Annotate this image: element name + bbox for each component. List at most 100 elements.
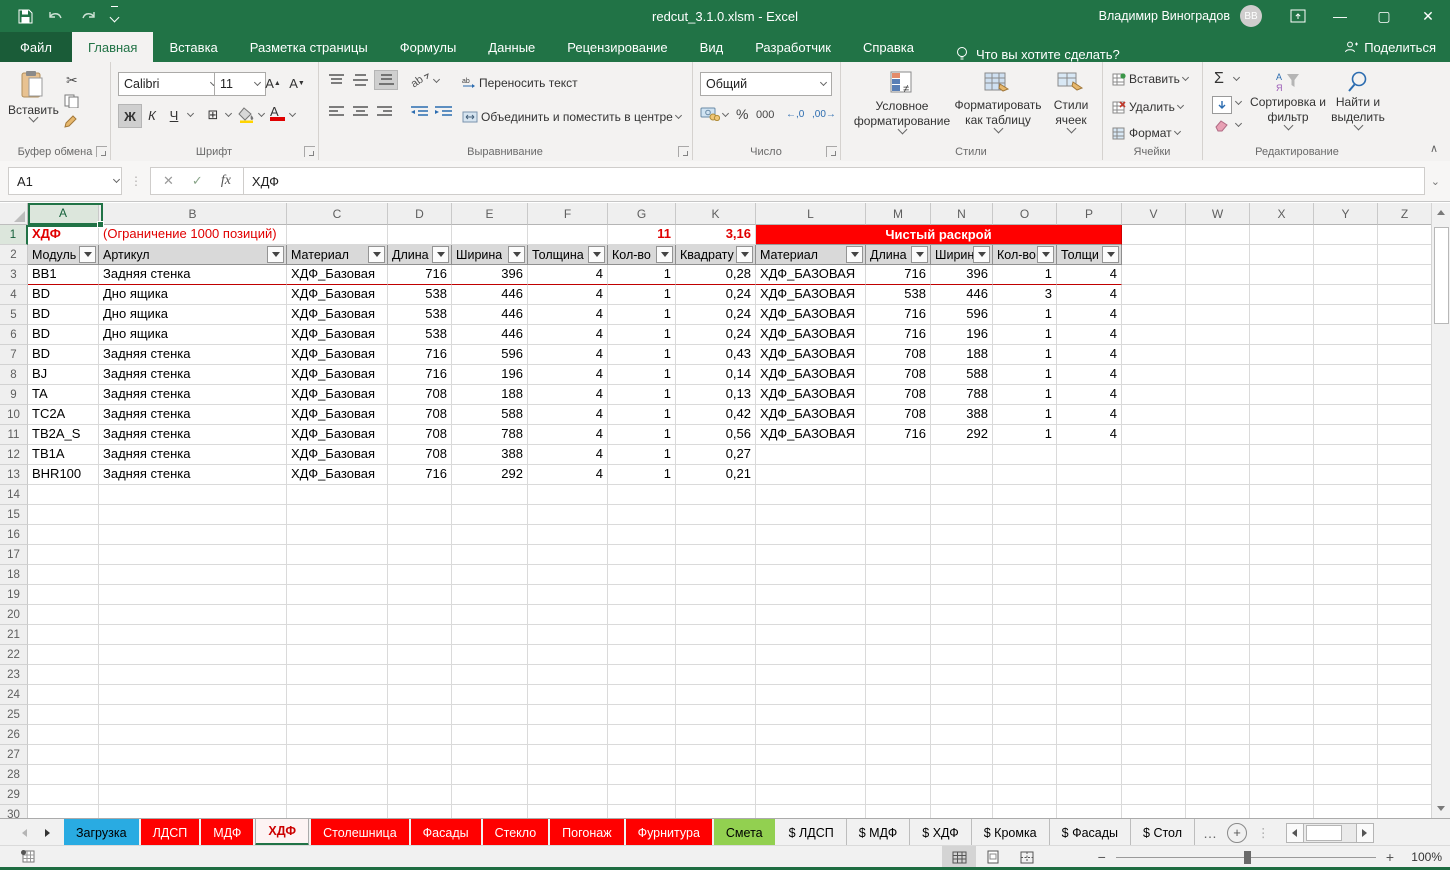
cell[interactable]: [1250, 785, 1314, 805]
filter-header-7[interactable]: Квадрату: [676, 245, 756, 265]
cell[interactable]: [1378, 725, 1432, 745]
column-header-O[interactable]: O: [993, 203, 1057, 225]
cell[interactable]: [1057, 645, 1122, 665]
cell[interactable]: [1378, 485, 1432, 505]
cell[interactable]: [287, 485, 388, 505]
row-header-20[interactable]: 20: [0, 605, 28, 625]
row-header-27[interactable]: 27: [0, 745, 28, 765]
cell[interactable]: [528, 765, 608, 785]
cell[interactable]: 4: [1057, 385, 1122, 405]
cell[interactable]: [1122, 405, 1186, 425]
cell[interactable]: [1186, 745, 1250, 765]
cell[interactable]: [1122, 285, 1186, 305]
cell[interactable]: [528, 485, 608, 505]
cell[interactable]: [1057, 505, 1122, 525]
cell[interactable]: [1378, 805, 1432, 818]
cell[interactable]: [1314, 525, 1378, 545]
scroll-down-icon[interactable]: [1434, 802, 1447, 815]
cell[interactable]: [1314, 585, 1378, 605]
column-header-P[interactable]: P: [1057, 203, 1122, 225]
ribbon-tab-Файл[interactable]: Файл: [0, 32, 72, 62]
cell[interactable]: [756, 725, 866, 745]
cell[interactable]: 1: [608, 325, 676, 345]
cell[interactable]: 0,21: [676, 465, 756, 485]
cell[interactable]: [99, 745, 287, 765]
cell[interactable]: 708: [866, 385, 931, 405]
cell[interactable]: [1122, 365, 1186, 385]
cell[interactable]: [1314, 725, 1378, 745]
column-header-Y[interactable]: Y: [1314, 203, 1378, 225]
cell[interactable]: [1057, 705, 1122, 725]
align-center-icon[interactable]: [352, 106, 369, 118]
row-header-23[interactable]: 23: [0, 665, 28, 685]
conditional-formatting-button[interactable]: ≠ Условное форматирование: [854, 70, 950, 133]
cell[interactable]: [1122, 645, 1186, 665]
sheet-tab-МДФ[interactable]: МДФ: [201, 819, 253, 846]
cell[interactable]: [608, 765, 676, 785]
cell[interactable]: [608, 625, 676, 645]
cell[interactable]: [1250, 605, 1314, 625]
format-cells-button[interactable]: Формат: [1112, 126, 1180, 140]
cell[interactable]: [99, 805, 287, 818]
row-header-5[interactable]: 5: [0, 305, 28, 325]
cell[interactable]: [287, 705, 388, 725]
cell[interactable]: Задняя стенка: [99, 405, 287, 425]
sheet-tab-$ ЛДСП[interactable]: $ ЛДСП: [777, 819, 847, 846]
cell[interactable]: [756, 565, 866, 585]
cell[interactable]: [1186, 425, 1250, 445]
horizontal-scrollbar[interactable]: [1286, 823, 1374, 843]
column-header-B[interactable]: B: [99, 203, 287, 225]
cell[interactable]: [528, 545, 608, 565]
user-name[interactable]: Владимир Виноградов: [1099, 9, 1230, 23]
row-header-1[interactable]: 1: [0, 225, 28, 245]
cell[interactable]: [1378, 385, 1432, 405]
cell[interactable]: [676, 685, 756, 705]
column-header-Z[interactable]: Z: [1378, 203, 1432, 225]
cell[interactable]: [1314, 645, 1378, 665]
share-button[interactable]: Поделиться: [1344, 32, 1436, 62]
currency-icon[interactable]: [700, 106, 720, 121]
expand-formula-bar-icon[interactable]: ⌄: [1431, 175, 1440, 188]
minimize-button[interactable]: —: [1318, 0, 1362, 32]
cell[interactable]: [1314, 385, 1378, 405]
cell[interactable]: [1186, 465, 1250, 485]
cell[interactable]: [993, 525, 1057, 545]
cell[interactable]: [1057, 765, 1122, 785]
cell[interactable]: [993, 745, 1057, 765]
cell[interactable]: 4: [528, 325, 608, 345]
cell[interactable]: 1: [608, 465, 676, 485]
cell[interactable]: [931, 665, 993, 685]
filter-dropdown-icon[interactable]: [973, 246, 990, 263]
cell[interactable]: [676, 565, 756, 585]
cell[interactable]: [756, 525, 866, 545]
cell[interactable]: 708: [388, 385, 452, 405]
cell[interactable]: [931, 565, 993, 585]
cell[interactable]: [287, 585, 388, 605]
cell[interactable]: 1: [993, 305, 1057, 325]
column-header-D[interactable]: D: [388, 203, 452, 225]
cell[interactable]: [993, 505, 1057, 525]
sheet-tab-Погонаж[interactable]: Погонаж: [550, 819, 623, 846]
column-header-C[interactable]: C: [287, 203, 388, 225]
cell[interactable]: [931, 725, 993, 745]
cell[interactable]: 0,43: [676, 345, 756, 365]
cell[interactable]: 1: [608, 425, 676, 445]
cell[interactable]: BD: [28, 325, 99, 345]
cell[interactable]: [1314, 445, 1378, 465]
cell[interactable]: [388, 725, 452, 745]
cell[interactable]: [287, 545, 388, 565]
cell[interactable]: [866, 745, 931, 765]
cell[interactable]: [1314, 465, 1378, 485]
worksheet-grid[interactable]: ABCDEFGKLMNOPVWXYZ1ХДФ(Ограничение 1000 …: [0, 203, 1432, 818]
cell[interactable]: [1378, 465, 1432, 485]
sheet-tab-ЛДСП[interactable]: ЛДСП: [141, 819, 200, 846]
cell[interactable]: [1250, 525, 1314, 545]
cell[interactable]: [452, 745, 528, 765]
cell[interactable]: [993, 765, 1057, 785]
cell[interactable]: 708: [866, 345, 931, 365]
cell[interactable]: 4: [1057, 265, 1122, 285]
cell[interactable]: [608, 505, 676, 525]
cell[interactable]: [931, 525, 993, 545]
cell[interactable]: [1378, 365, 1432, 385]
cell[interactable]: [993, 485, 1057, 505]
